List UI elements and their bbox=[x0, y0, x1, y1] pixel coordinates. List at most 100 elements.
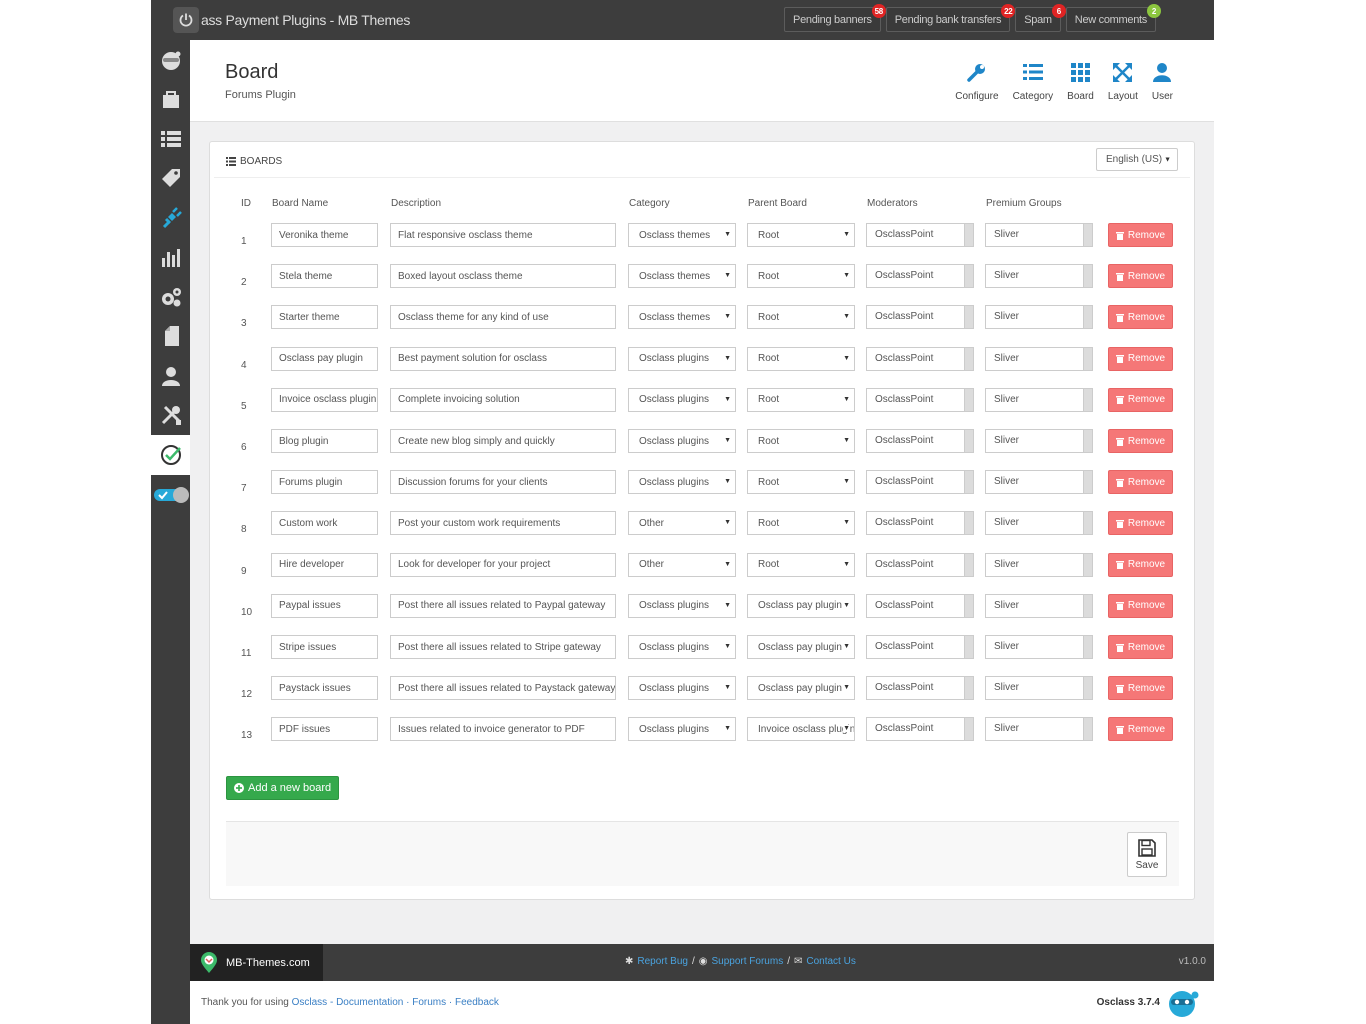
parent-board-select[interactable]: Invoice osclass plugin ▼ bbox=[747, 717, 855, 742]
premium-groups-list[interactable]: Sliver bbox=[985, 717, 1093, 742]
category-select[interactable]: Other ▼ bbox=[628, 511, 736, 536]
scrollbar[interactable] bbox=[1083, 636, 1092, 658]
board-name-input[interactable]: Paypal issues bbox=[271, 593, 378, 618]
moderators-list[interactable]: OsclassPoint bbox=[866, 264, 974, 289]
scrollbar[interactable] bbox=[964, 553, 973, 576]
remove-button[interactable]: Remove bbox=[1108, 470, 1173, 495]
sidebar-item[interactable] bbox=[151, 198, 190, 238]
remove-button[interactable]: Remove bbox=[1108, 676, 1173, 701]
remove-button[interactable]: Remove bbox=[1108, 387, 1173, 412]
add-board-button[interactable]: Add a new board bbox=[226, 776, 340, 800]
scrollbar[interactable] bbox=[1083, 224, 1092, 246]
notification-button[interactable]: Pending bank transfers 22 bbox=[885, 4, 1016, 32]
remove-button[interactable]: Remove bbox=[1108, 635, 1173, 659]
sidebar-item[interactable] bbox=[151, 159, 190, 199]
moderators-list[interactable]: OsclassPoint bbox=[866, 552, 974, 577]
language-select[interactable]: English (US) ▼ bbox=[1096, 148, 1178, 171]
board-name-input[interactable]: Stripe issues bbox=[271, 635, 378, 659]
moderators-list[interactable]: OsclassPoint bbox=[866, 511, 974, 536]
parent-board-select[interactable]: Root ▼ bbox=[747, 264, 855, 289]
parent-board-select[interactable]: Root ▼ bbox=[747, 429, 855, 453]
parent-board-select[interactable]: Osclass pay plugin ▼ bbox=[747, 635, 855, 659]
remove-button[interactable]: Remove bbox=[1108, 552, 1173, 577]
board-name-input[interactable]: Veronika theme bbox=[271, 223, 378, 247]
category-select[interactable]: Osclass plugins ▼ bbox=[628, 429, 736, 453]
footer-brand[interactable]: MB-Themes.com bbox=[190, 944, 323, 981]
nav-user[interactable]: User bbox=[1145, 62, 1180, 102]
premium-groups-list[interactable]: Sliver bbox=[985, 305, 1093, 330]
moderators-list[interactable]: OsclassPoint bbox=[866, 223, 974, 247]
board-name-input[interactable]: Starter theme bbox=[271, 305, 378, 330]
premium-groups-list[interactable]: Sliver bbox=[985, 552, 1093, 577]
moderators-list[interactable]: OsclassPoint bbox=[866, 346, 974, 371]
moderators-list[interactable]: OsclassPoint bbox=[866, 305, 974, 330]
board-description-input[interactable]: Post there all issues related to Stripe … bbox=[390, 635, 616, 659]
board-description-input[interactable]: Boxed layout osclass theme bbox=[390, 264, 616, 289]
moderators-list[interactable]: OsclassPoint bbox=[866, 470, 974, 495]
sidebar-item[interactable] bbox=[151, 80, 190, 120]
feedback-link[interactable]: Feedback bbox=[455, 997, 499, 1008]
report-bug-link[interactable]: Report Bug bbox=[637, 956, 688, 967]
board-name-input[interactable]: Invoice osclass plugin bbox=[271, 387, 378, 412]
documentation-link[interactable]: Documentation bbox=[336, 997, 403, 1008]
sidebar-item[interactable] bbox=[151, 119, 190, 159]
notification-button[interactable]: Spam 6 bbox=[1015, 4, 1066, 32]
board-description-input[interactable]: Complete invoicing solution bbox=[390, 387, 616, 412]
scrollbar[interactable] bbox=[1083, 430, 1092, 452]
board-name-input[interactable]: Custom work bbox=[271, 511, 378, 536]
premium-groups-list[interactable]: Sliver bbox=[985, 593, 1093, 618]
scrollbar[interactable] bbox=[1083, 347, 1092, 370]
scrollbar[interactable] bbox=[1083, 594, 1092, 617]
board-description-input[interactable]: Osclass theme for any kind of use bbox=[390, 305, 616, 330]
parent-board-select[interactable]: Root ▼ bbox=[747, 511, 855, 536]
board-description-input[interactable]: Best payment solution for osclass bbox=[390, 346, 616, 371]
category-select[interactable]: Osclass themes ▼ bbox=[628, 223, 736, 247]
remove-button[interactable]: Remove bbox=[1108, 717, 1173, 742]
scrollbar[interactable] bbox=[964, 265, 973, 288]
category-select[interactable]: Osclass plugins ▼ bbox=[628, 346, 736, 371]
sidebar-item[interactable] bbox=[151, 475, 190, 515]
category-select[interactable]: Osclass plugins ▼ bbox=[628, 470, 736, 495]
category-select[interactable]: Osclass themes ▼ bbox=[628, 305, 736, 330]
category-select[interactable]: Osclass plugins ▼ bbox=[628, 676, 736, 701]
scrollbar[interactable] bbox=[964, 677, 973, 700]
premium-groups-list[interactable]: Sliver bbox=[985, 470, 1093, 495]
remove-button[interactable]: Remove bbox=[1108, 346, 1173, 371]
scrollbar[interactable] bbox=[1083, 388, 1092, 411]
save-button[interactable]: Save bbox=[1127, 832, 1167, 877]
remove-button[interactable]: Remove bbox=[1108, 511, 1173, 536]
scrollbar[interactable] bbox=[964, 471, 973, 494]
category-select[interactable]: Osclass plugins ▼ bbox=[628, 635, 736, 659]
scrollbar[interactable] bbox=[1083, 471, 1092, 494]
board-description-input[interactable]: Create new blog simply and quickly bbox=[390, 429, 616, 453]
sidebar-item[interactable] bbox=[151, 317, 190, 357]
board-name-input[interactable]: Osclass pay plugin bbox=[271, 346, 378, 371]
power-icon[interactable] bbox=[173, 7, 199, 33]
parent-board-select[interactable]: Osclass pay plugin ▼ bbox=[747, 593, 855, 618]
category-select[interactable]: Osclass themes ▼ bbox=[628, 264, 736, 289]
board-name-input[interactable]: Stela theme bbox=[271, 264, 378, 289]
board-name-input[interactable]: Hire developer bbox=[271, 552, 378, 577]
osclass-link[interactable]: Osclass bbox=[292, 997, 328, 1008]
notification-button[interactable]: Pending banners 58 bbox=[784, 4, 886, 32]
remove-button[interactable]: Remove bbox=[1108, 305, 1173, 330]
support-forums-link[interactable]: Support Forums bbox=[712, 956, 784, 967]
board-name-input[interactable]: Forums plugin bbox=[271, 470, 378, 495]
moderators-list[interactable]: OsclassPoint bbox=[866, 387, 974, 412]
scrollbar[interactable] bbox=[964, 636, 973, 658]
category-select[interactable]: Other ▼ bbox=[628, 552, 736, 577]
nav-configure[interactable]: Configure bbox=[948, 62, 1005, 102]
remove-button[interactable]: Remove bbox=[1108, 264, 1173, 289]
sidebar-item[interactable] bbox=[151, 356, 190, 396]
board-description-input[interactable]: Post your custom work requirements bbox=[390, 511, 616, 536]
category-select[interactable]: Osclass plugins ▼ bbox=[628, 717, 736, 742]
parent-board-select[interactable]: Osclass pay plugin ▼ bbox=[747, 676, 855, 701]
sidebar-item[interactable] bbox=[151, 40, 190, 80]
parent-board-select[interactable]: Root ▼ bbox=[747, 552, 855, 577]
scrollbar[interactable] bbox=[964, 388, 973, 411]
scrollbar[interactable] bbox=[964, 512, 973, 535]
board-description-input[interactable]: Post there all issues related to Paystac… bbox=[390, 676, 616, 701]
parent-board-select[interactable]: Root ▼ bbox=[747, 470, 855, 495]
sidebar-item[interactable] bbox=[151, 277, 190, 317]
board-description-input[interactable]: Discussion forums for your clients bbox=[390, 470, 616, 495]
